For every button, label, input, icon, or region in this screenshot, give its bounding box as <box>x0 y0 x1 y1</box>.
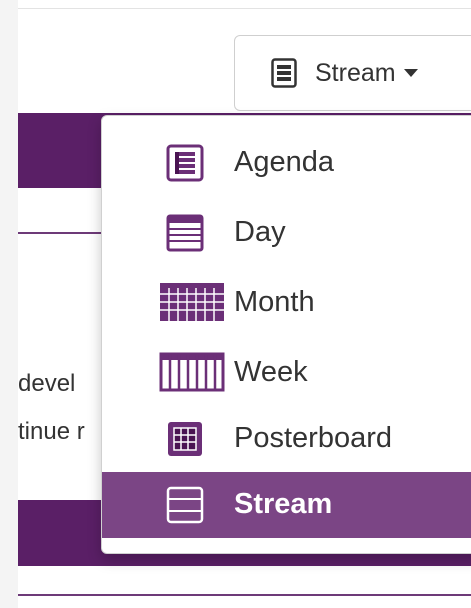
menu-item-month-label: Month <box>234 286 315 318</box>
menu-item-month[interactable]: Month <box>102 270 471 336</box>
menu-item-stream-label: Stream <box>234 488 333 520</box>
posterboard-icon <box>168 422 202 456</box>
menu-item-agenda-label: Agenda <box>234 146 334 178</box>
view-dropdown-menu: Agenda Day Month Week Posterboard Stream <box>101 115 471 554</box>
menu-item-day[interactable]: Day <box>102 200 471 266</box>
menu-item-posterboard-label: Posterboard <box>234 422 392 454</box>
menu-item-stream[interactable]: Stream <box>102 472 471 538</box>
divider-line-2 <box>18 594 471 596</box>
caret-down-icon <box>403 69 418 77</box>
view-switcher-label: Stream <box>315 58 396 87</box>
menu-item-week-label: Week <box>234 356 308 388</box>
stream-icon <box>271 58 297 88</box>
agenda-icon <box>166 144 204 182</box>
background-text-line2: tinue r <box>18 418 85 445</box>
menu-item-posterboard[interactable]: Posterboard <box>102 406 471 472</box>
top-divider <box>18 8 471 9</box>
background-text-line1: devel <box>18 370 76 397</box>
week-icon <box>159 352 225 392</box>
menu-item-day-label: Day <box>234 216 286 248</box>
menu-item-week[interactable]: Week <box>102 340 471 406</box>
stream-icon <box>166 486 204 524</box>
day-icon <box>166 214 204 252</box>
month-icon <box>160 283 224 321</box>
menu-item-agenda[interactable]: Agenda <box>102 130 471 196</box>
view-switcher-button[interactable]: Stream <box>234 35 471 111</box>
